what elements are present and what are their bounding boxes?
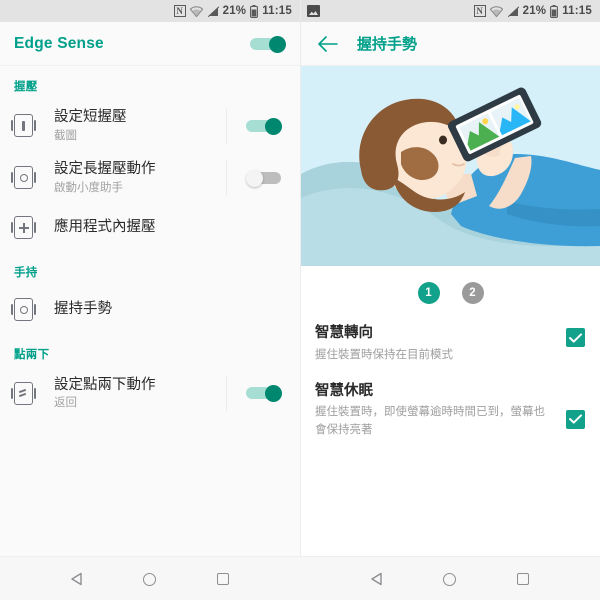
list-item-toggle-cell <box>226 294 300 326</box>
wifi-icon <box>189 5 203 17</box>
battery-icon <box>550 4 559 18</box>
list-item-subtitle: 啟動小度助手 <box>54 181 123 194</box>
settings-list: 握壓 設定短握壓 截圖 設定長握壓動作 啟動小度助手 應用程式內握壓 手持 握持… <box>0 66 300 556</box>
recents-square-icon[interactable] <box>510 566 536 592</box>
battery-percent-label: 21% <box>222 5 247 17</box>
back-triangle-icon[interactable] <box>364 566 390 592</box>
navigation-bar <box>0 556 600 600</box>
page-indicator: 1 2 <box>301 266 600 318</box>
list-item-toggle-cell <box>226 375 300 412</box>
list-item-subtitle: 返回 <box>54 397 77 410</box>
home-circle-icon[interactable] <box>137 566 163 592</box>
phone-squeeze-short-icon <box>11 114 54 138</box>
phone-in-app-squeeze-icon <box>11 216 54 240</box>
smart-rotate-checkbox[interactable] <box>565 328 585 347</box>
phone-squeeze-long-icon <box>11 166 54 190</box>
status-bar-right-icons: N 21% 11:15 <box>173 4 292 18</box>
smart-sleep-checkbox[interactable] <box>565 409 585 429</box>
list-item-in-app-squeeze[interactable]: 應用程式內握壓 <box>0 204 300 252</box>
wifi-icon <box>489 5 503 17</box>
illustration-person-lying-in-bed-holding-phone <box>301 66 600 266</box>
app-title: Edge Sense <box>14 34 104 52</box>
edge-sense-master-toggle[interactable] <box>250 35 286 53</box>
signal-off-icon <box>206 5 219 17</box>
double-tap-toggle[interactable] <box>245 385 282 403</box>
list-item-grip-gesture[interactable]: 握持手勢 <box>0 286 300 334</box>
phone-grip-gesture-icon <box>11 298 54 322</box>
list-item-toggle-cell <box>226 159 300 196</box>
nfc-icon: N <box>473 5 486 17</box>
option-subtitle: 握住裝置時保持在目前模式 <box>315 348 453 361</box>
option-smart-rotate[interactable]: 智慧轉向 握住裝置時保持在目前模式 <box>315 318 586 376</box>
list-item-double-tap[interactable]: 設定點兩下動作 返回 <box>0 368 300 420</box>
navigation-bar-right <box>300 557 600 600</box>
home-circle-icon[interactable] <box>437 566 463 592</box>
list-item-title: 設定短握壓 <box>54 109 127 125</box>
list-item-short-squeeze[interactable]: 設定短握壓 截圖 <box>0 100 300 152</box>
right-pane-body: 握持手勢 1 2 智慧轉向 握住裝置時保持在目前模式 智慧休眠 握住裝置時，即使… <box>301 22 600 600</box>
list-item-subtitle: 截圖 <box>54 129 77 142</box>
navigation-bar-left <box>0 557 300 600</box>
page-title: 握持手勢 <box>357 36 418 53</box>
status-bar-right-icons: N 21% 11:15 <box>473 4 592 18</box>
back-triangle-icon[interactable] <box>64 566 90 592</box>
list-item-title: 握持手勢 <box>54 301 112 318</box>
left-pane: N 21% 11:15 Edge Sense 握壓 設定短握壓 截圖 設定長握壓… <box>0 0 300 600</box>
page-indicator-1[interactable]: 1 <box>417 282 440 304</box>
list-item-toggle-cell <box>226 108 300 144</box>
photo-notification-icon <box>307 5 320 17</box>
status-bar-right: N 21% 11:15 <box>301 0 600 22</box>
option-checkbox-cell <box>564 382 586 429</box>
list-item-toggle-cell <box>226 212 300 244</box>
status-bar-notification-icons <box>307 5 474 17</box>
list-item-long-squeeze[interactable]: 設定長握壓動作 啟動小度助手 <box>0 152 300 204</box>
dual-pane-screenshot: N 21% 11:15 Edge Sense 握壓 設定短握壓 截圖 設定長握壓… <box>0 0 600 600</box>
phone-double-tap-icon <box>11 381 54 405</box>
option-smart-sleep[interactable]: 智慧休眠 握住裝置時，即使螢幕逾時時間已到，螢幕也會保持亮著 <box>315 376 586 451</box>
list-item-title: 設定點兩下動作 <box>54 376 156 393</box>
right-pane: N 21% 11:15 握持手勢 1 2 智慧轉向 握住裝置時保持在目前模式 智… <box>300 0 600 600</box>
list-item-title: 應用程式內握壓 <box>54 219 156 236</box>
page-indicator-2[interactable]: 2 <box>461 282 484 304</box>
gesture-options-list: 智慧轉向 握住裝置時保持在目前模式 智慧休眠 握住裝置時，即使螢幕逾時時間已到，… <box>301 318 600 451</box>
option-subtitle: 握住裝置時，即使螢幕逾時時間已到，螢幕也會保持亮著 <box>315 406 545 436</box>
clock-label: 11:15 <box>262 5 292 17</box>
battery-icon <box>250 4 259 18</box>
battery-percent-label: 21% <box>522 5 547 17</box>
left-app-bar: Edge Sense <box>0 22 300 66</box>
option-checkbox-cell <box>564 324 586 347</box>
right-app-bar: 握持手勢 <box>301 22 600 66</box>
signal-off-icon <box>506 5 519 17</box>
recents-square-icon[interactable] <box>210 566 236 592</box>
back-arrow-icon[interactable] <box>315 31 341 57</box>
clock-label: 11:15 <box>562 5 592 17</box>
list-item-title: 設定長握壓動作 <box>54 160 156 177</box>
section-header-squeeze: 握壓 <box>14 81 38 93</box>
status-bar-left: N 21% 11:15 <box>0 0 300 22</box>
section-header-hold: 手持 <box>14 266 38 279</box>
short-squeeze-toggle[interactable] <box>245 117 282 135</box>
option-title: 智慧轉向 <box>315 325 373 341</box>
option-title: 智慧休眠 <box>315 382 373 399</box>
nfc-icon: N <box>173 5 186 17</box>
left-pane-body: Edge Sense 握壓 設定短握壓 截圖 設定長握壓動作 啟動小度助手 應用… <box>0 22 300 600</box>
long-squeeze-toggle[interactable] <box>245 169 282 187</box>
section-header-double-tap: 點兩下 <box>14 348 50 361</box>
